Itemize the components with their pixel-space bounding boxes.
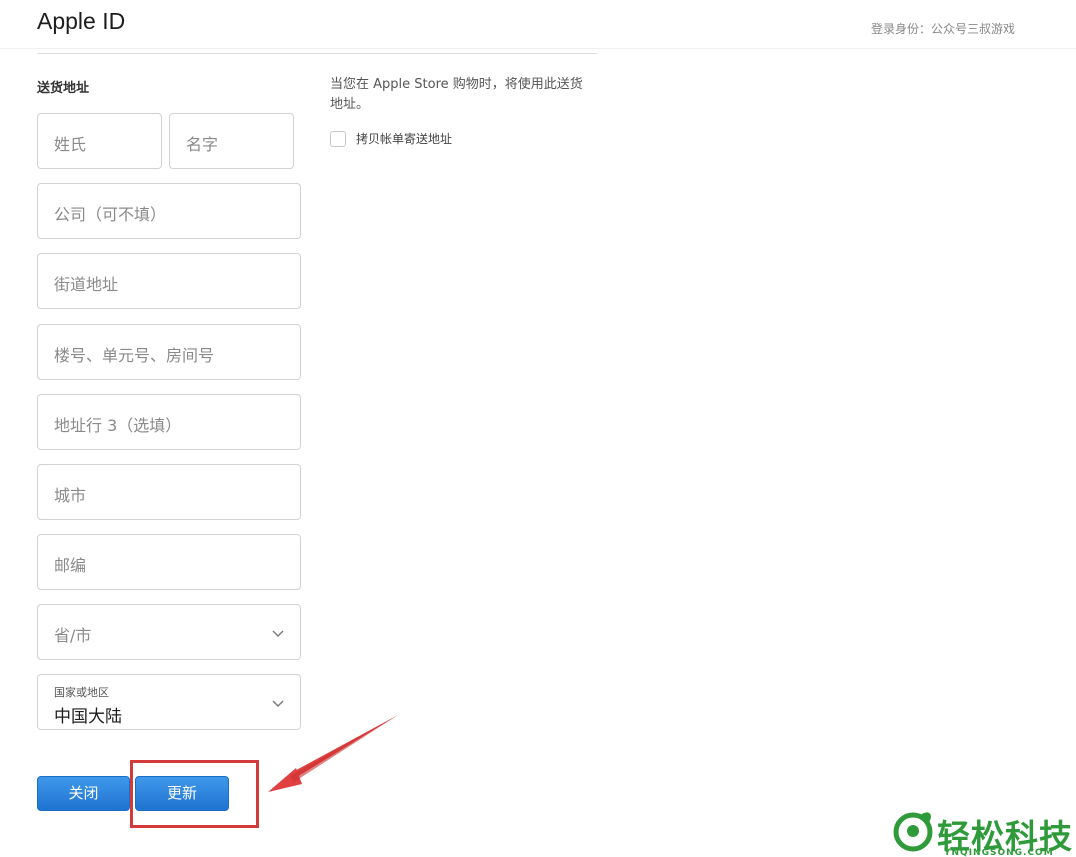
postcode-field[interactable]: 邮编 [37,534,301,590]
leaf-logo-icon [893,812,933,852]
section-divider [37,53,597,54]
province-select[interactable]: 省/市 [37,604,301,660]
shipping-section-title: 送货地址 [37,81,90,96]
watermark: 轻松科技 YNQINGSONG.COM [892,808,1076,857]
postcode-placeholder: 邮编 [54,556,87,575]
country-label: 国家或地区 [54,686,109,699]
company-field[interactable]: 公司（可不填） [37,183,301,239]
city-placeholder: 城市 [54,486,87,505]
annotation-arrow-icon [268,715,398,792]
copy-billing-option[interactable]: 拷贝帐单寄送地址 [330,130,452,147]
first-name-field[interactable]: 名字 [169,113,294,169]
company-placeholder: 公司（可不填） [54,205,167,224]
province-placeholder: 省/市 [54,626,92,645]
copy-billing-label: 拷贝帐单寄送地址 [356,132,453,146]
street-placeholder: 街道地址 [54,275,119,294]
first-name-placeholder: 名字 [186,135,219,154]
shipping-note: 当您在 Apple Store 购物时，将使用此送货地址。 [330,77,583,112]
signed-in-text: 登录身份：公众号三叔游戏 [871,22,1016,36]
watermark-subtext: YNQINGSONG.COM [944,848,1054,857]
building-placeholder: 楼号、单元号、房间号 [54,346,215,365]
header-divider [0,48,1076,49]
copy-billing-checkbox[interactable] [330,130,346,147]
chevron-down-icon [272,700,284,707]
street-field[interactable]: 街道地址 [37,253,301,309]
address-line3-field[interactable]: 地址行 3（选填） [37,394,301,450]
last-name-field[interactable]: 姓氏 [37,113,162,169]
chevron-down-icon [272,630,284,637]
apple-id-page: Apple ID 登录身份：公众号三叔游戏 送货地址 当您在 Apple Sto… [0,0,1076,857]
page-title: Apple ID [37,8,126,34]
building-field[interactable]: 楼号、单元号、房间号 [37,324,301,380]
address-line3-placeholder: 地址行 3（选填） [54,416,182,435]
city-field[interactable]: 城市 [37,464,301,520]
country-value: 中国大陆 [54,707,122,727]
last-name-placeholder: 姓氏 [54,135,87,154]
highlight-box [130,760,259,828]
close-button[interactable]: 关闭 [37,776,130,811]
